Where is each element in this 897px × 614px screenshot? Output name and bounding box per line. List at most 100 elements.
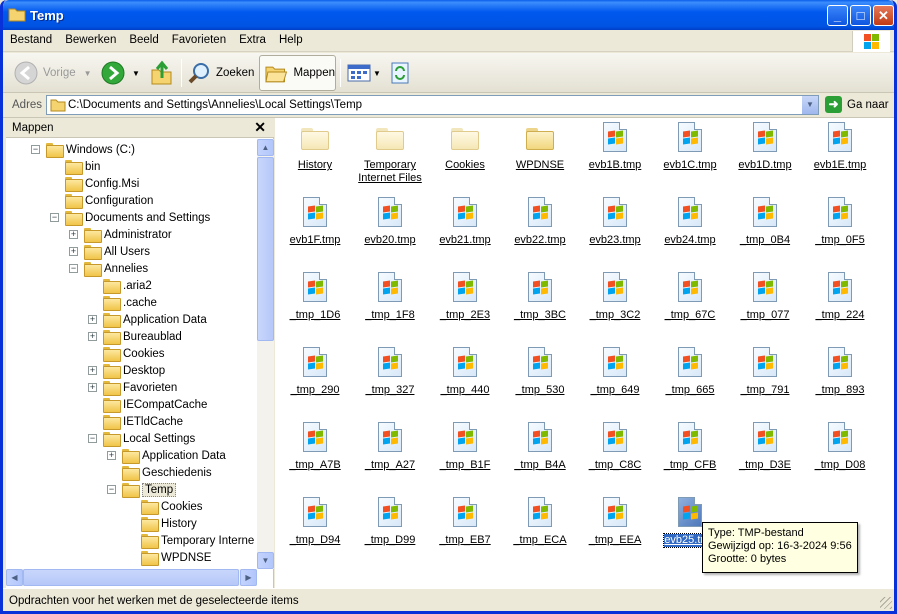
- tree-item[interactable]: − Annelies: [69, 260, 148, 277]
- file-item[interactable]: _tmp_D94: [277, 497, 353, 547]
- file-item[interactable]: _tmp_290: [277, 347, 353, 397]
- expand-icon[interactable]: +: [88, 383, 97, 392]
- tree-item[interactable]: + Favorieten: [88, 379, 177, 396]
- collapse-icon[interactable]: −: [31, 145, 40, 154]
- tree-item[interactable]: Geschiedenis: [122, 464, 212, 481]
- menu-beeld[interactable]: Beeld: [122, 30, 164, 46]
- tree-item[interactable]: − Documents and Settings: [50, 209, 210, 226]
- scroll-up-icon[interactable]: ▲: [257, 139, 274, 156]
- menu-bestand[interactable]: Bestand: [3, 30, 58, 46]
- views-dropdown-icon[interactable]: ▼: [373, 69, 381, 78]
- address-input[interactable]: C:\Documents and Settings\Annelies\Local…: [46, 95, 819, 115]
- menu-extra[interactable]: Extra: [232, 30, 272, 46]
- file-item[interactable]: _tmp_530: [502, 347, 578, 397]
- file-item[interactable]: _tmp_893: [802, 347, 878, 397]
- maximize-button[interactable]: □: [850, 5, 871, 26]
- collapse-icon[interactable]: −: [50, 213, 59, 222]
- file-item[interactable]: evb1D.tmp: [727, 122, 803, 172]
- back-dropdown-icon[interactable]: ▼: [84, 69, 92, 78]
- tree-item[interactable]: Cookies: [103, 345, 165, 362]
- resize-grip-icon[interactable]: [880, 597, 892, 609]
- file-item[interactable]: evb23.tmp: [577, 197, 653, 247]
- close-pane-icon[interactable]: ✕: [254, 119, 266, 136]
- file-item[interactable]: evb24.tmp: [652, 197, 728, 247]
- file-item[interactable]: _tmp_EEA: [577, 497, 653, 547]
- scroll-down-icon[interactable]: ▼: [257, 552, 274, 569]
- file-item[interactable]: _tmp_B1F: [427, 422, 503, 472]
- file-item[interactable]: _tmp_D3E: [727, 422, 803, 472]
- file-item[interactable]: evb1B.tmp: [577, 122, 653, 172]
- forward-button[interactable]: ▼: [100, 55, 140, 91]
- file-item[interactable]: _tmp_3C2: [577, 272, 653, 322]
- expand-icon[interactable]: +: [88, 315, 97, 324]
- menu-help[interactable]: Help: [272, 30, 309, 46]
- tree-item[interactable]: − Windows (C:): [31, 141, 135, 158]
- tree-item[interactable]: + Administrator: [69, 226, 172, 243]
- tree-item[interactable]: − Local Settings: [88, 430, 195, 447]
- tree-item[interactable]: .cache: [103, 294, 157, 311]
- up-folder-button[interactable]: [150, 55, 174, 91]
- tree-item[interactable]: + Desktop: [88, 362, 165, 379]
- file-item[interactable]: _tmp_649: [577, 347, 653, 397]
- tree-item[interactable]: IETldCache: [103, 413, 183, 430]
- tree-item[interactable]: + Application Data: [107, 447, 226, 464]
- collapse-icon[interactable]: −: [69, 264, 78, 273]
- file-item[interactable]: _tmp_327: [352, 347, 428, 397]
- file-item[interactable]: _tmp_D99: [352, 497, 428, 547]
- file-item[interactable]: _tmp_A7B: [277, 422, 353, 472]
- file-item[interactable]: _tmp_B4A: [502, 422, 578, 472]
- file-item[interactable]: _tmp_D08: [802, 422, 878, 472]
- sync-button[interactable]: [389, 55, 411, 91]
- file-item[interactable]: evb1F.tmp: [277, 197, 353, 247]
- tree-item[interactable]: Temporary Interne: [141, 532, 254, 549]
- file-item[interactable]: _tmp_665: [652, 347, 728, 397]
- tree-item[interactable]: .aria2: [103, 277, 152, 294]
- expand-icon[interactable]: +: [69, 230, 78, 239]
- scroll-thumb[interactable]: [257, 157, 274, 341]
- views-button[interactable]: ▼: [347, 55, 381, 91]
- expand-icon[interactable]: +: [88, 366, 97, 375]
- expand-icon[interactable]: +: [69, 247, 78, 256]
- scroll-thumb[interactable]: [23, 569, 239, 586]
- folder-item[interactable]: Temporary Internet Files: [352, 122, 428, 185]
- file-item[interactable]: evb1C.tmp: [652, 122, 728, 172]
- file-item[interactable]: _tmp_077: [727, 272, 803, 322]
- tree-item[interactable]: History: [141, 515, 197, 532]
- tree-item[interactable]: bin: [65, 158, 100, 175]
- expand-icon[interactable]: +: [88, 332, 97, 341]
- tree-item[interactable]: Configuration: [65, 192, 153, 209]
- folders-button[interactable]: Mappen: [259, 55, 336, 91]
- file-item[interactable]: _tmp_0B4: [727, 197, 803, 247]
- menu-favorieten[interactable]: Favorieten: [165, 30, 232, 46]
- scroll-left-icon[interactable]: ◀: [6, 569, 23, 586]
- tree-item[interactable]: WPDNSE: [141, 549, 211, 566]
- minimize-button[interactable]: _: [827, 5, 848, 26]
- tree-item[interactable]: + Bureaublad: [88, 328, 182, 345]
- go-button[interactable]: ➜ Ga naar: [825, 96, 889, 113]
- tree-vertical-scrollbar[interactable]: ▲ ▼: [257, 139, 274, 569]
- folder-item[interactable]: WPDNSE: [502, 122, 578, 172]
- folder-item[interactable]: Cookies: [427, 122, 503, 172]
- file-item[interactable]: _tmp_CFB: [652, 422, 728, 472]
- menu-bewerken[interactable]: Bewerken: [58, 30, 122, 46]
- expand-icon[interactable]: +: [107, 451, 116, 460]
- file-item[interactable]: _tmp_1D6: [277, 272, 353, 322]
- tree-horizontal-scrollbar[interactable]: ◀ ▶: [6, 569, 257, 586]
- tree-item[interactable]: − Temp: [107, 481, 177, 498]
- file-item[interactable]: _tmp_C8C: [577, 422, 653, 472]
- file-item[interactable]: _tmp_ECA: [502, 497, 578, 547]
- title-bar[interactable]: Temp _ □ ✕: [3, 0, 894, 30]
- forward-dropdown-icon[interactable]: ▼: [132, 69, 140, 78]
- scroll-right-icon[interactable]: ▶: [240, 569, 257, 586]
- file-item[interactable]: _tmp_791: [727, 347, 803, 397]
- file-item[interactable]: _tmp_1F8: [352, 272, 428, 322]
- tree-item[interactable]: + Application Data: [88, 311, 207, 328]
- tree-item[interactable]: IECompatCache: [103, 396, 207, 413]
- close-button[interactable]: ✕: [873, 5, 894, 26]
- file-item[interactable]: evb20.tmp: [352, 197, 428, 247]
- file-item[interactable]: _tmp_440: [427, 347, 503, 397]
- file-item[interactable]: evb1E.tmp: [802, 122, 878, 172]
- back-button[interactable]: Vorige ▼: [13, 55, 92, 91]
- file-item[interactable]: _tmp_0F5: [802, 197, 878, 247]
- file-item[interactable]: _tmp_67C: [652, 272, 728, 322]
